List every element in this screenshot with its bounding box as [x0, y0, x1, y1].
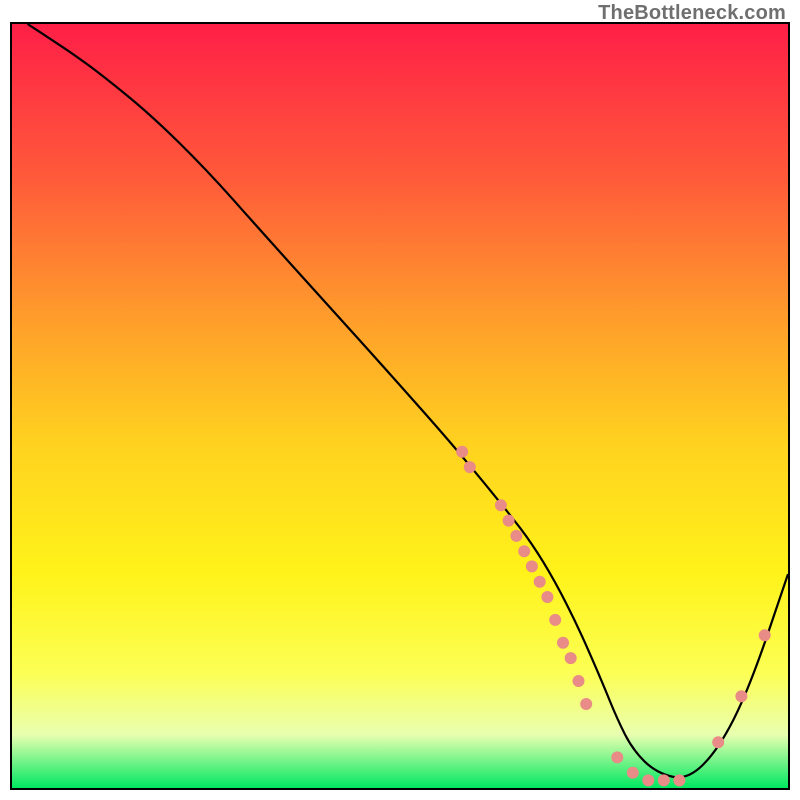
sample-point	[518, 545, 530, 557]
sample-point	[495, 499, 507, 511]
sample-point	[541, 591, 553, 603]
sample-point	[627, 767, 639, 779]
sample-point	[526, 560, 538, 572]
sample-point	[735, 690, 747, 702]
sample-point	[611, 751, 623, 763]
sample-point	[658, 774, 670, 786]
sample-point	[573, 675, 585, 687]
sample-point	[565, 652, 577, 664]
sample-point	[673, 774, 685, 786]
sample-point	[503, 515, 515, 527]
chart-background	[12, 24, 788, 788]
sample-point	[580, 698, 592, 710]
plot-frame	[10, 22, 790, 790]
sample-point	[549, 614, 561, 626]
bottleneck-chart	[12, 24, 788, 788]
sample-point	[642, 774, 654, 786]
sample-point	[534, 576, 546, 588]
sample-point	[759, 629, 771, 641]
sample-point	[557, 637, 569, 649]
sample-point	[456, 446, 468, 458]
sample-point	[510, 530, 522, 542]
sample-point	[712, 736, 724, 748]
sample-point	[464, 461, 476, 473]
